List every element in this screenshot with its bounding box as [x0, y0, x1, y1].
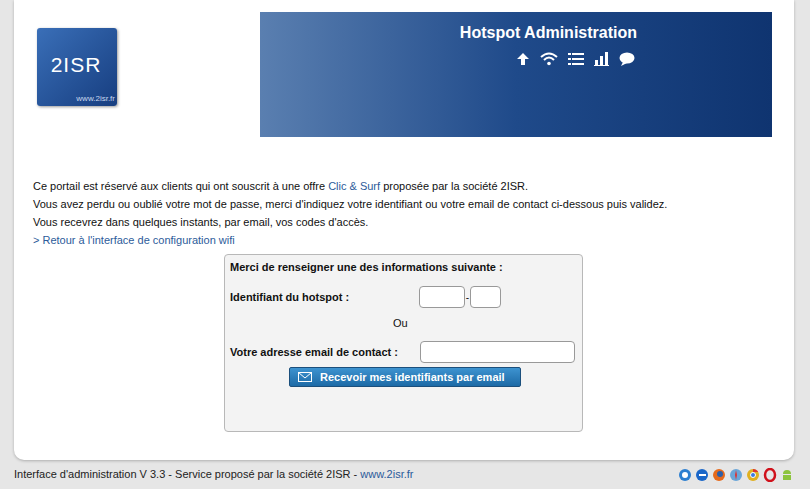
- list-icon[interactable]: [568, 52, 584, 66]
- up-arrow-icon[interactable]: [516, 52, 530, 66]
- hotspot-row: Identifiant du hotspot : -: [230, 286, 577, 308]
- footer-text: Interface d'administration V 3.3 - Servi…: [14, 466, 414, 483]
- stats-icon[interactable]: [594, 52, 609, 66]
- banner: Hotspot Administration: [260, 12, 772, 137]
- android-icon: [780, 468, 794, 482]
- firefox-icon: [712, 468, 726, 482]
- intro-line: Vous avez perdu ou oublié votre mot de p…: [33, 195, 794, 213]
- hotspot-label: Identifiant du hotspot :: [230, 289, 419, 306]
- wifi-icon[interactable]: [540, 52, 558, 66]
- safari-icon: [729, 468, 743, 482]
- logo-name: 2ISR: [51, 54, 102, 76]
- intro-line: Vous recevrez dans quelques instants, pa…: [33, 213, 794, 231]
- header-title: Hotspot Administration: [460, 24, 637, 42]
- footer-link[interactable]: www.2isr.fr: [360, 468, 413, 480]
- hotspot-id-part1[interactable]: [419, 286, 465, 308]
- back-link[interactable]: > Retour à l'interface de configuration …: [33, 231, 794, 249]
- ie-icon: [678, 468, 692, 482]
- email-row: Votre adresse email de contact :: [230, 341, 577, 363]
- header-icons: [516, 52, 635, 66]
- page-card: 2ISR www.2isr.fr Hotspot Administration …: [14, 0, 794, 460]
- intro-text: Ce portail est réservé aux clients qui o…: [33, 180, 328, 192]
- footer-label: Interface d'administration V 3.3 - Servi…: [14, 468, 360, 480]
- mail-icon: [298, 372, 312, 382]
- opera-icon: [763, 468, 777, 482]
- email-input[interactable]: [420, 341, 575, 363]
- email-label: Votre adresse email de contact :: [230, 344, 420, 361]
- edge-icon: [695, 468, 709, 482]
- intro-text: proposée par la société 2ISR.: [380, 180, 528, 192]
- logo[interactable]: 2ISR www.2isr.fr: [37, 28, 117, 106]
- intro: Ce portail est réservé aux clients qui o…: [33, 177, 794, 249]
- header: 2ISR www.2isr.fr Hotspot Administration: [14, 0, 794, 137]
- chrome-icon: [746, 468, 760, 482]
- or-separator: Ou: [393, 316, 577, 330]
- submit-button[interactable]: Recevoir mes identifiants par email: [289, 367, 521, 387]
- offer-link[interactable]: Clic & Surf: [328, 180, 380, 192]
- form-box: Merci de renseigner une des informations…: [224, 254, 583, 432]
- browser-icons: [678, 468, 794, 482]
- submit-row: Recevoir mes identifiants par email: [289, 367, 577, 387]
- form-title: Merci de renseigner une des informations…: [230, 260, 577, 274]
- submit-label: Recevoir mes identifiants par email: [320, 369, 505, 386]
- intro-line: Ce portail est réservé aux clients qui o…: [33, 177, 794, 195]
- hotspot-id-part2[interactable]: [470, 286, 501, 308]
- footer: Interface d'administration V 3.3 - Servi…: [0, 460, 810, 489]
- logo-url: www.2isr.fr: [76, 94, 115, 103]
- chat-icon[interactable]: [619, 52, 635, 66]
